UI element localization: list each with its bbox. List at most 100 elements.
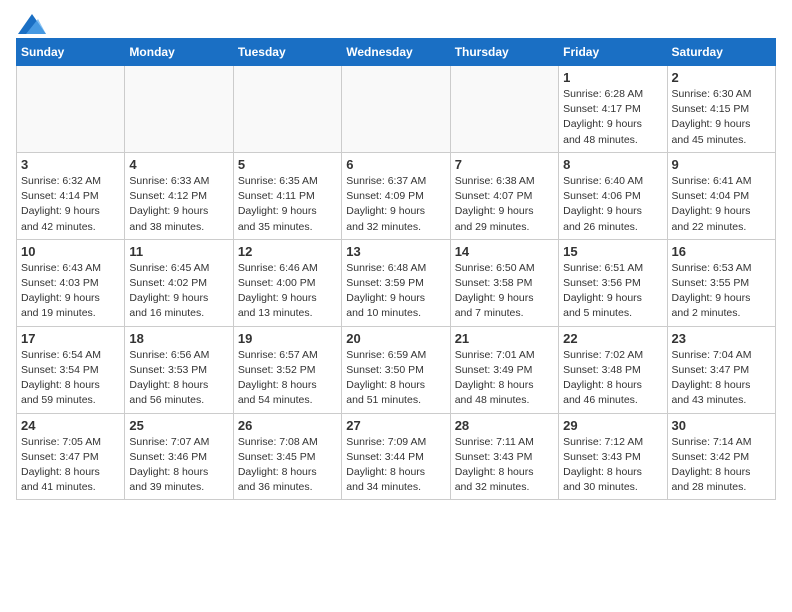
day-number: 22: [563, 331, 662, 346]
day-number: 24: [21, 418, 120, 433]
page-header: [16, 16, 776, 30]
day-info: Sunrise: 7:04 AM Sunset: 3:47 PM Dayligh…: [672, 348, 771, 409]
day-number: 1: [563, 70, 662, 85]
day-info: Sunrise: 6:41 AM Sunset: 4:04 PM Dayligh…: [672, 174, 771, 235]
calendar-cell: 18 Sunrise: 6:56 AM Sunset: 3:53 PM Dayli…: [125, 326, 233, 413]
day-info: Sunrise: 7:09 AM Sunset: 3:44 PM Dayligh…: [346, 435, 445, 496]
day-number: 7: [455, 157, 554, 172]
calendar-cell: 28 Sunrise: 7:11 AM Sunset: 3:43 PM Dayli…: [450, 413, 558, 500]
day-number: 20: [346, 331, 445, 346]
day-number: 5: [238, 157, 337, 172]
day-number: 9: [672, 157, 771, 172]
day-info: Sunrise: 6:59 AM Sunset: 3:50 PM Dayligh…: [346, 348, 445, 409]
logo: [16, 16, 46, 30]
calendar-week-row: 10Sunrise: 6:43 AM Sunset: 4:03 PM Dayli…: [17, 239, 776, 326]
day-number: 2: [672, 70, 771, 85]
calendar-cell: 14Sunrise: 6:50 AM Sunset: 3:58 PM Dayli…: [450, 239, 558, 326]
day-number: 30: [672, 418, 771, 433]
day-info: Sunrise: 7:14 AM Sunset: 3:42 PM Dayligh…: [672, 435, 771, 496]
day-info: Sunrise: 7:07 AM Sunset: 3:46 PM Dayligh…: [129, 435, 228, 496]
day-number: 6: [346, 157, 445, 172]
calendar-cell: 3 Sunrise: 6:32 AM Sunset: 4:14 PM Daylig…: [17, 152, 125, 239]
day-info: Sunrise: 6:43 AM Sunset: 4:03 PM Dayligh…: [21, 261, 120, 322]
day-info: Sunrise: 6:54 AM Sunset: 3:54 PM Dayligh…: [21, 348, 120, 409]
calendar-cell: 21 Sunrise: 7:01 AM Sunset: 3:49 PM Dayli…: [450, 326, 558, 413]
day-number: 12: [238, 244, 337, 259]
day-number: 15: [563, 244, 662, 259]
day-number: 28: [455, 418, 554, 433]
day-number: 13: [346, 244, 445, 259]
day-info: Sunrise: 7:02 AM Sunset: 3:48 PM Dayligh…: [563, 348, 662, 409]
calendar-cell: 6 Sunrise: 6:37 AM Sunset: 4:09 PM Daylig…: [342, 152, 450, 239]
day-info: Sunrise: 7:12 AM Sunset: 3:43 PM Dayligh…: [563, 435, 662, 496]
day-number: 16: [672, 244, 771, 259]
day-number: 27: [346, 418, 445, 433]
calendar-cell: 13 Sunrise: 6:48 AM Sunset: 3:59 PM Dayli…: [342, 239, 450, 326]
day-number: 25: [129, 418, 228, 433]
calendar-cell: 5 Sunrise: 6:35 AM Sunset: 4:11 PM Daylig…: [233, 152, 341, 239]
day-number: 8: [563, 157, 662, 172]
weekday-header: Tuesday: [233, 39, 341, 66]
calendar-cell: 4 Sunrise: 6:33 AM Sunset: 4:12 PM Daylig…: [125, 152, 233, 239]
day-number: 26: [238, 418, 337, 433]
day-info: Sunrise: 6:46 AM Sunset: 4:00 PM Dayligh…: [238, 261, 337, 322]
calendar-cell: [125, 66, 233, 153]
calendar-cell: [17, 66, 125, 153]
weekday-header: Sunday: [17, 39, 125, 66]
day-info: Sunrise: 7:11 AM Sunset: 3:43 PM Dayligh…: [455, 435, 554, 496]
day-info: Sunrise: 6:51 AM Sunset: 3:56 PM Dayligh…: [563, 261, 662, 322]
day-info: Sunrise: 6:28 AM Sunset: 4:17 PM Dayligh…: [563, 87, 662, 148]
calendar-week-row: 17 Sunrise: 6:54 AM Sunset: 3:54 PM Dayli…: [17, 326, 776, 413]
calendar-week-row: 1 Sunrise: 6:28 AM Sunset: 4:17 PM Daylig…: [17, 66, 776, 153]
calendar-cell: 27 Sunrise: 7:09 AM Sunset: 3:44 PM Dayli…: [342, 413, 450, 500]
day-info: Sunrise: 6:40 AM Sunset: 4:06 PM Dayligh…: [563, 174, 662, 235]
day-number: 21: [455, 331, 554, 346]
calendar-cell: 29 Sunrise: 7:12 AM Sunset: 3:43 PM Dayli…: [559, 413, 667, 500]
day-number: 4: [129, 157, 228, 172]
day-info: Sunrise: 6:48 AM Sunset: 3:59 PM Dayligh…: [346, 261, 445, 322]
calendar-cell: [450, 66, 558, 153]
calendar-cell: 12 Sunrise: 6:46 AM Sunset: 4:00 PM Dayli…: [233, 239, 341, 326]
weekday-header: Wednesday: [342, 39, 450, 66]
day-number: 17: [21, 331, 120, 346]
calendar-cell: [233, 66, 341, 153]
day-info: Sunrise: 6:30 AM Sunset: 4:15 PM Dayligh…: [672, 87, 771, 148]
calendar-week-row: 24 Sunrise: 7:05 AM Sunset: 3:47 PM Dayli…: [17, 413, 776, 500]
calendar-cell: 30 Sunrise: 7:14 AM Sunset: 3:42 PM Dayli…: [667, 413, 775, 500]
calendar-cell: 22 Sunrise: 7:02 AM Sunset: 3:48 PM Dayli…: [559, 326, 667, 413]
calendar-cell: 11 Sunrise: 6:45 AM Sunset: 4:02 PM Dayli…: [125, 239, 233, 326]
calendar-cell: 23 Sunrise: 7:04 AM Sunset: 3:47 PM Dayli…: [667, 326, 775, 413]
calendar-cell: 9 Sunrise: 6:41 AM Sunset: 4:04 PM Daylig…: [667, 152, 775, 239]
day-info: Sunrise: 6:57 AM Sunset: 3:52 PM Dayligh…: [238, 348, 337, 409]
day-number: 29: [563, 418, 662, 433]
calendar-week-row: 3 Sunrise: 6:32 AM Sunset: 4:14 PM Daylig…: [17, 152, 776, 239]
day-info: Sunrise: 6:45 AM Sunset: 4:02 PM Dayligh…: [129, 261, 228, 322]
day-info: Sunrise: 6:56 AM Sunset: 3:53 PM Dayligh…: [129, 348, 228, 409]
calendar-cell: 7 Sunrise: 6:38 AM Sunset: 4:07 PM Daylig…: [450, 152, 558, 239]
day-number: 11: [129, 244, 228, 259]
day-number: 3: [21, 157, 120, 172]
day-info: Sunrise: 7:01 AM Sunset: 3:49 PM Dayligh…: [455, 348, 554, 409]
calendar-cell: 19 Sunrise: 6:57 AM Sunset: 3:52 PM Dayli…: [233, 326, 341, 413]
calendar-header-row: SundayMondayTuesdayWednesdayThursdayFrid…: [17, 39, 776, 66]
calendar-cell: 16Sunrise: 6:53 AM Sunset: 3:55 PM Dayli…: [667, 239, 775, 326]
day-info: Sunrise: 6:35 AM Sunset: 4:11 PM Dayligh…: [238, 174, 337, 235]
day-number: 18: [129, 331, 228, 346]
day-number: 19: [238, 331, 337, 346]
day-info: Sunrise: 6:37 AM Sunset: 4:09 PM Dayligh…: [346, 174, 445, 235]
calendar-cell: 10Sunrise: 6:43 AM Sunset: 4:03 PM Dayli…: [17, 239, 125, 326]
calendar-cell: 17 Sunrise: 6:54 AM Sunset: 3:54 PM Dayli…: [17, 326, 125, 413]
calendar-cell: 20 Sunrise: 6:59 AM Sunset: 3:50 PM Dayli…: [342, 326, 450, 413]
day-info: Sunrise: 6:33 AM Sunset: 4:12 PM Dayligh…: [129, 174, 228, 235]
calendar-table: SundayMondayTuesdayWednesdayThursdayFrid…: [16, 38, 776, 500]
day-info: Sunrise: 6:32 AM Sunset: 4:14 PM Dayligh…: [21, 174, 120, 235]
weekday-header: Thursday: [450, 39, 558, 66]
day-number: 23: [672, 331, 771, 346]
calendar-cell: 24 Sunrise: 7:05 AM Sunset: 3:47 PM Dayli…: [17, 413, 125, 500]
day-number: 14: [455, 244, 554, 259]
day-info: Sunrise: 7:05 AM Sunset: 3:47 PM Dayligh…: [21, 435, 120, 496]
day-info: Sunrise: 6:38 AM Sunset: 4:07 PM Dayligh…: [455, 174, 554, 235]
weekday-header: Monday: [125, 39, 233, 66]
calendar-cell: 1 Sunrise: 6:28 AM Sunset: 4:17 PM Daylig…: [559, 66, 667, 153]
logo-icon: [18, 14, 46, 34]
